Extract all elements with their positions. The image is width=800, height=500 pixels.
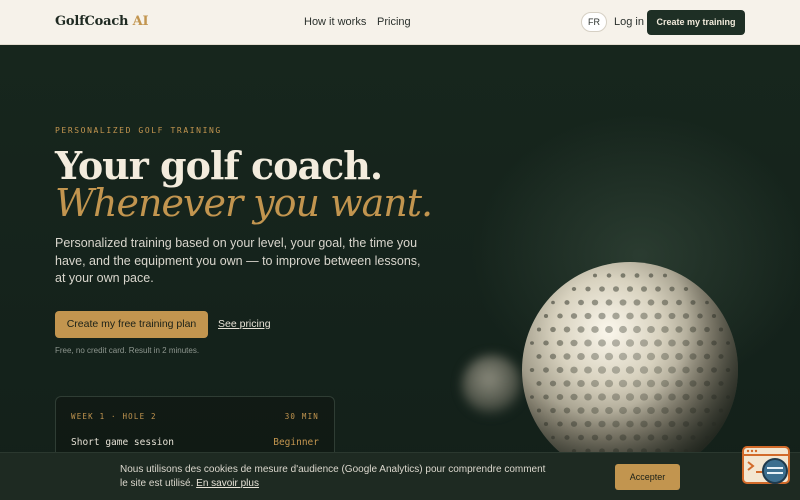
hero-subtitle: Personalized training based on your leve… <box>55 236 421 285</box>
golf-ball-image <box>522 262 738 478</box>
cookie-message: Nous utilisons des cookies de mesure d'a… <box>120 464 546 489</box>
nav-link-how-it-works[interactable]: How it works <box>304 16 366 28</box>
see-pricing-link[interactable]: See pricing <box>218 318 271 330</box>
top-navbar: GolfCoach AI How it works Pricing FR Log… <box>0 0 800 45</box>
language-switch[interactable]: FR <box>581 12 607 32</box>
create-free-plan-button[interactable]: Create my free training plan <box>55 311 208 338</box>
login-link[interactable]: Log in <box>614 16 644 28</box>
session-week: WEEK 1 · HOLE 2 <box>71 412 157 421</box>
session-level: Beginner <box>273 437 319 448</box>
chat-widget-icon[interactable] <box>742 446 790 486</box>
session-title: Short game session <box>71 437 174 448</box>
blurred-ball <box>462 355 522 415</box>
cookie-accept-button[interactable]: Accepter <box>615 464 680 490</box>
hero-note: Free, no credit card. Result in 2 minute… <box>55 346 200 355</box>
nav-link-pricing[interactable]: Pricing <box>377 16 411 28</box>
create-training-button[interactable]: Create my training <box>647 10 745 35</box>
cookie-banner: Nous utilisons des cookies de mesure d'a… <box>0 452 800 500</box>
cookie-learn-more-link[interactable]: En savoir plus <box>196 478 259 489</box>
hero-eyebrow: PERSONALIZED GOLF TRAINING <box>55 126 222 135</box>
session-duration: 30 MIN <box>284 412 319 421</box>
logo-ai: AI <box>132 14 149 29</box>
cookie-text-block: Nous utilisons des cookies de mesure d'a… <box>120 463 550 491</box>
hero-title-line2: Whenever you want. <box>55 181 433 225</box>
logo[interactable]: GolfCoach AI <box>55 14 149 29</box>
golf-ball-shading <box>522 262 738 478</box>
logo-text: GolfCoach <box>55 14 129 29</box>
